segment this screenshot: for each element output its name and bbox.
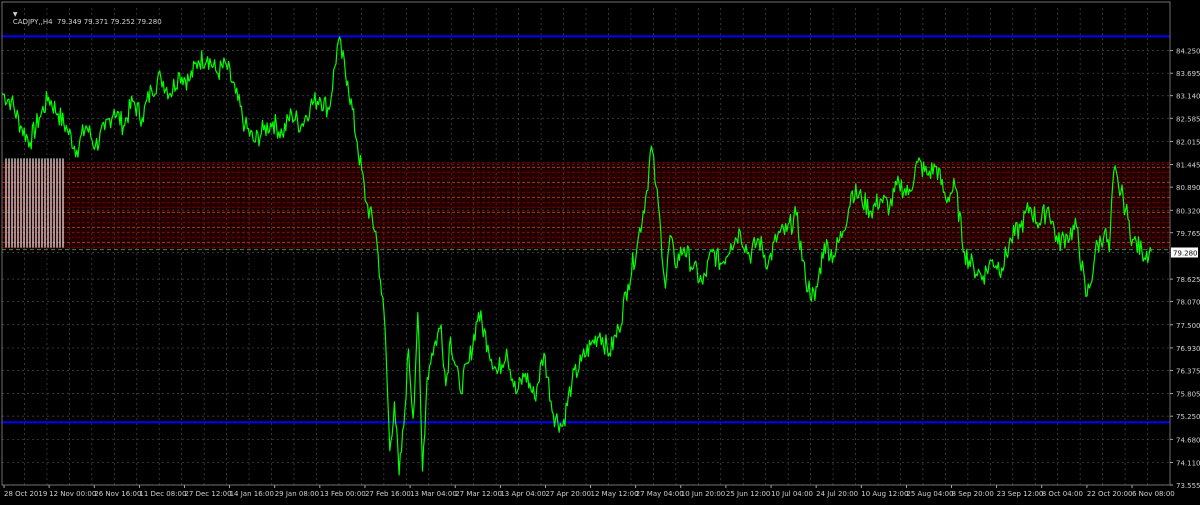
x-tick-label: 27 Apr 20:00 — [545, 490, 591, 498]
x-tick-label: 10 Jul 04:00 — [771, 490, 813, 498]
x-tick-label: 23 Sep 12:00 — [997, 490, 1044, 498]
x-tick-label: 14 Jan 16:00 — [230, 490, 274, 498]
x-tick-label: 25 Jun 12:00 — [726, 490, 770, 498]
current-price-label: 79.280 — [1173, 249, 1198, 257]
y-tick-label: 74.110 — [1176, 459, 1200, 467]
y-tick-label: 75.805 — [1176, 391, 1200, 399]
x-tick-label: 10 Aug 12:00 — [861, 490, 908, 498]
x-tick-label: 27 Dec 12:00 — [184, 490, 231, 498]
symbol-header: ▼ CADJPY,,H4 79.349 79.371 79.252 79.280 — [4, 2, 162, 34]
y-tick-label: 83.140 — [1176, 93, 1200, 101]
price-chart-svg: 84.250 83.695 83.140 82.585 82.015 81.445 80.8… — [0, 0, 1200, 501]
y-tick-label: 82.585 — [1176, 115, 1200, 123]
collapse-triangle-icon[interactable]: ▼ — [13, 11, 18, 18]
y-tick-label: 76.930 — [1176, 345, 1200, 353]
x-tick-label: 27 Mar 12:00 — [455, 490, 502, 498]
y-tick-label: 73.555 — [1176, 482, 1200, 490]
x-tick-label: 13 Apr 04:00 — [500, 490, 546, 498]
y-tick-label: 75.250 — [1176, 413, 1200, 421]
y-tick-label: 77.500 — [1176, 322, 1200, 330]
symbol-readout: CADJPY,,H4 79.349 79.371 79.252 79.280 — [12, 18, 162, 26]
y-tick-label: 84.250 — [1176, 48, 1200, 56]
x-tick-label: 25 Aug 04:00 — [906, 490, 953, 498]
x-tick-label: 27 Feb 16:00 — [365, 490, 411, 498]
chart: 84.250 83.695 83.140 82.585 82.015 81.445 80.8… — [0, 0, 1200, 501]
x-tick-label: 29 Jan 08:00 — [275, 490, 319, 498]
x-tick-label: 22 Oct 20:00 — [1087, 490, 1133, 498]
y-tick-label: 76.375 — [1176, 367, 1200, 375]
x-tick-label: 27 May 04:00 — [636, 490, 684, 498]
x-tick-label: 6 Nov 08:00 — [1132, 490, 1175, 498]
x-tick-label: 28 Oct 2019 — [4, 490, 47, 498]
x-tick-label: 11 Dec 08:00 — [139, 490, 186, 498]
y-tick-label: 83.695 — [1176, 70, 1200, 78]
y-tick-label: 78.625 — [1176, 276, 1200, 284]
y-tick-label: 79.765 — [1176, 230, 1200, 238]
x-tick-label: 8 Oct 04:00 — [1042, 490, 1083, 498]
y-tick-label: 80.320 — [1176, 207, 1200, 215]
y-tick-label: 74.680 — [1176, 436, 1200, 444]
y-tick-label: 81.445 — [1176, 162, 1200, 170]
x-tick-label: 12 May 12:00 — [591, 490, 639, 498]
y-tick-label: 82.015 — [1176, 138, 1200, 146]
y-tick-label: 78.070 — [1176, 299, 1200, 307]
x-tick-label: 24 Jul 20:00 — [816, 490, 858, 498]
x-tick-label: 10 Jun 20:00 — [681, 490, 725, 498]
y-tick-label: 80.890 — [1176, 184, 1200, 192]
x-tick-label: 26 Nov 16:00 — [94, 490, 141, 498]
x-tick-label: 13 Feb 00:00 — [320, 490, 366, 498]
x-tick-label: 13 Mar 04:00 — [410, 490, 457, 498]
x-tick-label: 12 Nov 00:00 — [49, 490, 96, 498]
x-tick-label: 8 Sep 20:00 — [952, 490, 994, 498]
resistance-zone — [2, 158, 1170, 251]
